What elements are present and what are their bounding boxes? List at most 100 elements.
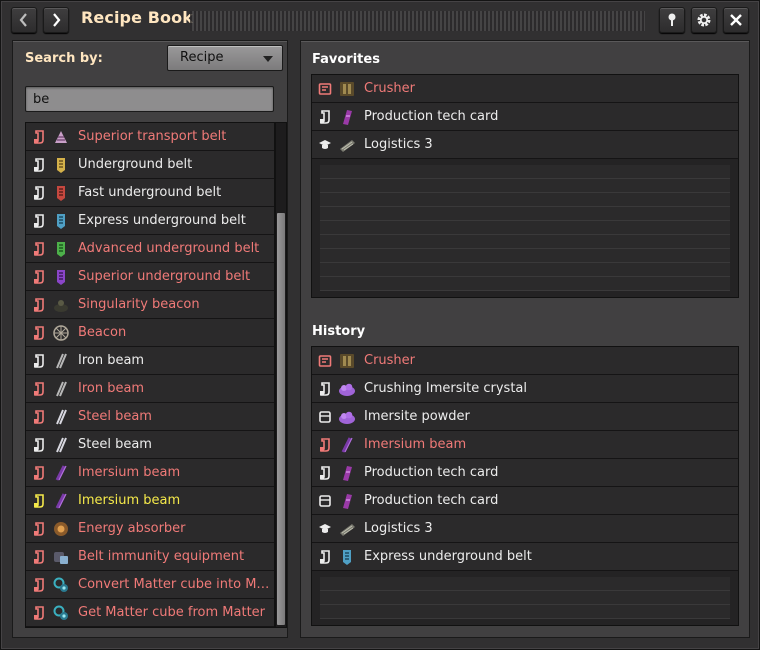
result-row-label: Express underground belt — [78, 213, 246, 228]
result-row[interactable]: Steel beam — [26, 403, 274, 431]
result-list: Superior transport belt Underground belt F… — [25, 122, 275, 628]
chevron-down-icon — [263, 56, 273, 62]
history-row[interactable]: Crusher — [312, 347, 738, 375]
recipe-type-icon — [32, 185, 46, 200]
close-button[interactable] — [723, 7, 749, 33]
favorite-row[interactable]: Logistics 3 — [312, 131, 738, 159]
recipe-type-icon — [32, 129, 46, 144]
belt-immunity-icon — [52, 548, 70, 566]
forward-button[interactable] — [43, 7, 69, 33]
belt-superior-icon — [52, 128, 70, 146]
result-row[interactable]: Superior transport belt — [26, 123, 274, 151]
recipe-type-icon — [32, 213, 46, 228]
history-row[interactable]: Production tech card — [312, 487, 738, 515]
history-row[interactable]: Express underground belt — [312, 543, 738, 571]
scrollbar-thumb[interactable] — [277, 213, 285, 625]
result-row[interactable]: Get Matter cube from Matter — [26, 599, 274, 627]
history-row[interactable]: Logistics 3 — [312, 515, 738, 543]
result-row-label: Advanced underground belt — [78, 241, 260, 256]
recipe-type-icon — [32, 325, 46, 340]
recipe-type-icon — [32, 353, 46, 368]
window-title: Recipe Book — [81, 8, 193, 27]
back-button[interactable] — [11, 7, 37, 33]
search-input[interactable] — [25, 86, 274, 112]
recipe-type-icon — [32, 605, 46, 620]
history-row[interactable]: Imersium beam — [312, 431, 738, 459]
title-bar: Recipe Book — [9, 7, 751, 35]
recipe-type-icon — [318, 437, 332, 452]
pin-button[interactable] — [659, 7, 685, 33]
underground-blue-icon — [52, 212, 70, 230]
beam-iron-icon — [52, 380, 70, 398]
result-row[interactable]: Iron beam — [26, 375, 274, 403]
history-empty-area — [320, 577, 730, 619]
history-row-label: Imersite powder — [364, 409, 470, 424]
result-row-label: Superior transport belt — [78, 129, 227, 144]
recipe-type-icon — [32, 549, 46, 564]
imersite-icon — [338, 380, 356, 398]
recipe-type-icon — [32, 577, 46, 592]
underground-green-icon — [52, 240, 70, 258]
result-row[interactable]: Iron beam — [26, 347, 274, 375]
result-row[interactable]: Underground belt — [26, 151, 274, 179]
drag-handle[interactable] — [190, 11, 645, 31]
result-row[interactable]: Express underground belt — [26, 207, 274, 235]
result-row-label: Iron beam — [78, 353, 145, 368]
result-scrollbar[interactable] — [275, 122, 287, 628]
result-row-label: Imersium beam — [78, 465, 181, 480]
matter-cube-icon — [52, 576, 70, 594]
underground-blue-icon — [338, 548, 356, 566]
history-row[interactable]: Production tech card — [312, 459, 738, 487]
result-row-label: Convert Matter cube into Ma... — [78, 577, 274, 592]
energy-absorber-icon — [52, 520, 70, 538]
favorite-row[interactable]: Crusher — [312, 75, 738, 103]
result-row[interactable]: Advanced underground belt — [26, 235, 274, 263]
result-row-label: Underground belt — [78, 157, 193, 172]
history-row[interactable]: Imersite powder — [312, 403, 738, 431]
search-mode-dropdown[interactable]: Recipe — [167, 45, 283, 71]
favorite-row[interactable]: Production tech card — [312, 103, 738, 131]
history-title: History — [312, 324, 366, 339]
history-row[interactable]: Crushing Imersite crystal — [312, 375, 738, 403]
result-row-label: Imersium beam — [78, 493, 181, 508]
history-row-label: Crushing Imersite crystal — [364, 381, 527, 396]
favorite-row-label: Production tech card — [364, 109, 499, 124]
result-row[interactable]: Superior underground belt — [26, 263, 274, 291]
recipe-type-icon — [32, 493, 46, 508]
result-row[interactable]: Beacon — [26, 319, 274, 347]
history-row-label: Crusher — [364, 353, 416, 368]
result-row[interactable]: Imersium beam — [26, 487, 274, 515]
result-row[interactable]: Belt immunity equipment — [26, 543, 274, 571]
settings-button[interactable] — [691, 7, 717, 33]
favorites-title: Favorites — [312, 52, 380, 67]
recipe-type-icon — [32, 297, 46, 312]
chevron-left-icon — [18, 13, 30, 27]
favorites-list: Crusher Production tech card Logistics 3 — [311, 74, 739, 298]
beam-imersium-icon — [52, 464, 70, 482]
result-row[interactable]: Steel beam — [26, 431, 274, 459]
result-row-label: Singularity beacon — [78, 297, 200, 312]
result-row[interactable]: Singularity beacon — [26, 291, 274, 319]
recipe-type-icon — [318, 465, 332, 480]
result-row-label: Iron beam — [78, 381, 145, 396]
result-row-label: Beacon — [78, 325, 127, 340]
result-row[interactable]: Fast underground belt — [26, 179, 274, 207]
logistics-icon — [338, 136, 356, 154]
recipe-type-icon — [32, 437, 46, 452]
recipe-type-icon — [32, 465, 46, 480]
underground-red-icon — [52, 184, 70, 202]
info-panel: Favorites Crusher Production tech card Log… — [300, 40, 750, 638]
search-mode-value: Recipe — [180, 50, 224, 65]
crusher-icon — [338, 80, 356, 98]
tech-card-icon — [338, 108, 356, 126]
imersite-icon — [338, 408, 356, 426]
pin-icon — [666, 12, 678, 28]
tech-card-icon — [338, 492, 356, 510]
chevron-right-icon — [50, 13, 62, 27]
recipe-type-icon — [32, 157, 46, 172]
result-row[interactable]: Energy absorber — [26, 515, 274, 543]
technology-type-icon — [318, 522, 332, 536]
result-row[interactable]: Convert Matter cube into Ma... — [26, 571, 274, 599]
result-row[interactable]: Imersium beam — [26, 459, 274, 487]
history-row-label: Imersium beam — [364, 437, 467, 452]
